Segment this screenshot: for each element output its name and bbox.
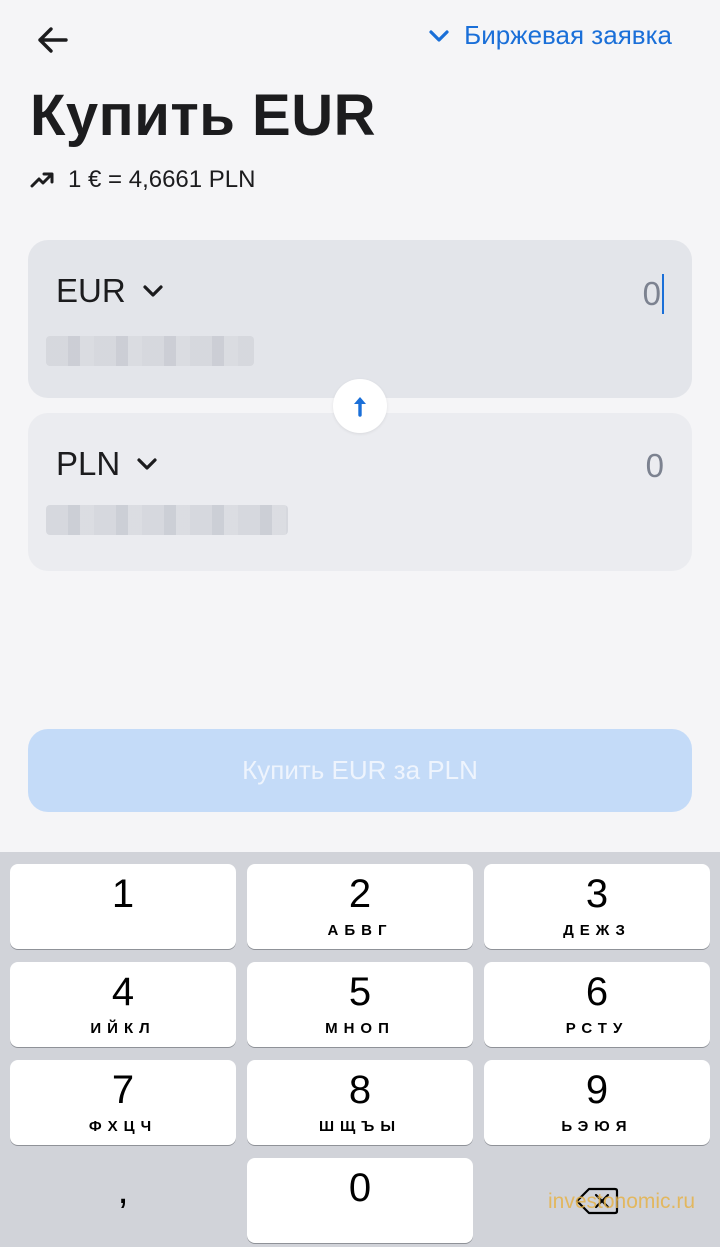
- key-letters: ШЩЪЫ: [318, 1118, 402, 1135]
- key-letters: АБВГ: [327, 922, 393, 939]
- exchange-rate: 1 € = 4,6661 PLN: [30, 166, 255, 194]
- swap-button[interactable]: [333, 379, 387, 433]
- buy-button[interactable]: Купить EUR за PLN: [28, 729, 692, 812]
- key-delete[interactable]: [484, 1158, 710, 1243]
- key-digit: 9: [585, 1068, 609, 1112]
- trend-up-icon: [30, 172, 54, 188]
- key-5[interactable]: 5 МНОП: [247, 962, 473, 1047]
- backspace-icon: [575, 1187, 619, 1214]
- key-digit: 1: [111, 872, 135, 916]
- back-button[interactable]: [28, 18, 76, 62]
- blurred-balance: [46, 336, 254, 366]
- order-type-selector[interactable]: Биржевая заявка: [428, 20, 672, 51]
- key-digit: 2: [348, 872, 372, 916]
- sell-currency-code: EUR: [56, 272, 126, 309]
- key-0[interactable]: 0: [247, 1158, 473, 1243]
- key-2[interactable]: 2 АБВГ: [247, 864, 473, 949]
- key-letters: ФХЦЧ: [88, 1118, 158, 1135]
- key-letters: МНОП: [325, 1020, 395, 1037]
- key-1[interactable]: 1: [10, 864, 236, 949]
- chevron-down-icon: [429, 29, 449, 42]
- key-digit: 0: [348, 1166, 372, 1210]
- key-6[interactable]: 6 РСТУ: [484, 962, 710, 1047]
- key-digit: 7: [111, 1068, 135, 1112]
- key-9[interactable]: 9 ЬЭЮЯ: [484, 1060, 710, 1145]
- key-digit: 4: [111, 970, 135, 1014]
- buy-currency-card[interactable]: PLN 0: [28, 413, 692, 571]
- exchange-rate-text: 1 € = 4,6661 PLN: [68, 166, 256, 193]
- key-4[interactable]: 4 ИЙКЛ: [10, 962, 236, 1047]
- page-title: Купить EUR: [30, 83, 376, 148]
- order-type-label: Биржевая заявка: [464, 20, 672, 50]
- chevron-down-icon: [143, 285, 163, 297]
- buy-currency-selector[interactable]: PLN: [56, 445, 158, 483]
- arrow-left-icon: [38, 27, 68, 53]
- key-digit: 5: [348, 970, 372, 1014]
- key-letters: ИЙКЛ: [90, 1020, 156, 1037]
- key-digit: 3: [585, 872, 609, 916]
- key-letters: ДЕЖЗ: [563, 922, 631, 939]
- sell-amount-input[interactable]: 0: [643, 274, 664, 314]
- buy-currency-code: PLN: [56, 445, 121, 482]
- sell-amount-value: 0: [642, 275, 661, 312]
- top-bar: Биржевая заявка: [0, 0, 720, 80]
- key-8[interactable]: 8 ШЩЪЫ: [247, 1060, 473, 1145]
- sell-currency-selector[interactable]: EUR: [56, 272, 164, 310]
- buy-button-label: Купить EUR за PLN: [242, 755, 478, 785]
- key-digit: 8: [348, 1068, 372, 1112]
- key-3[interactable]: 3 ДЕЖЗ: [484, 864, 710, 949]
- numeric-keypad: 1 2 АБВГ 3 ДЕЖЗ 4 ИЙКЛ 5 МНОП 6 РСТУ 7 Ф…: [0, 852, 720, 1247]
- key-letters: РСТУ: [565, 1020, 629, 1037]
- arrow-up-icon: [354, 397, 366, 417]
- text-cursor: [662, 274, 664, 314]
- comma-glyph: ,: [117, 1168, 129, 1212]
- sell-currency-card[interactable]: EUR 0: [28, 240, 692, 398]
- buy-amount-value: 0: [645, 447, 664, 484]
- key-digit: 6: [585, 970, 609, 1014]
- key-comma[interactable]: ,: [10, 1158, 236, 1243]
- blurred-balance: [46, 505, 288, 535]
- buy-amount-input[interactable]: 0: [646, 447, 664, 485]
- key-letters: ЬЭЮЯ: [561, 1118, 633, 1135]
- key-7[interactable]: 7 ФХЦЧ: [10, 1060, 236, 1145]
- chevron-down-icon: [137, 458, 157, 470]
